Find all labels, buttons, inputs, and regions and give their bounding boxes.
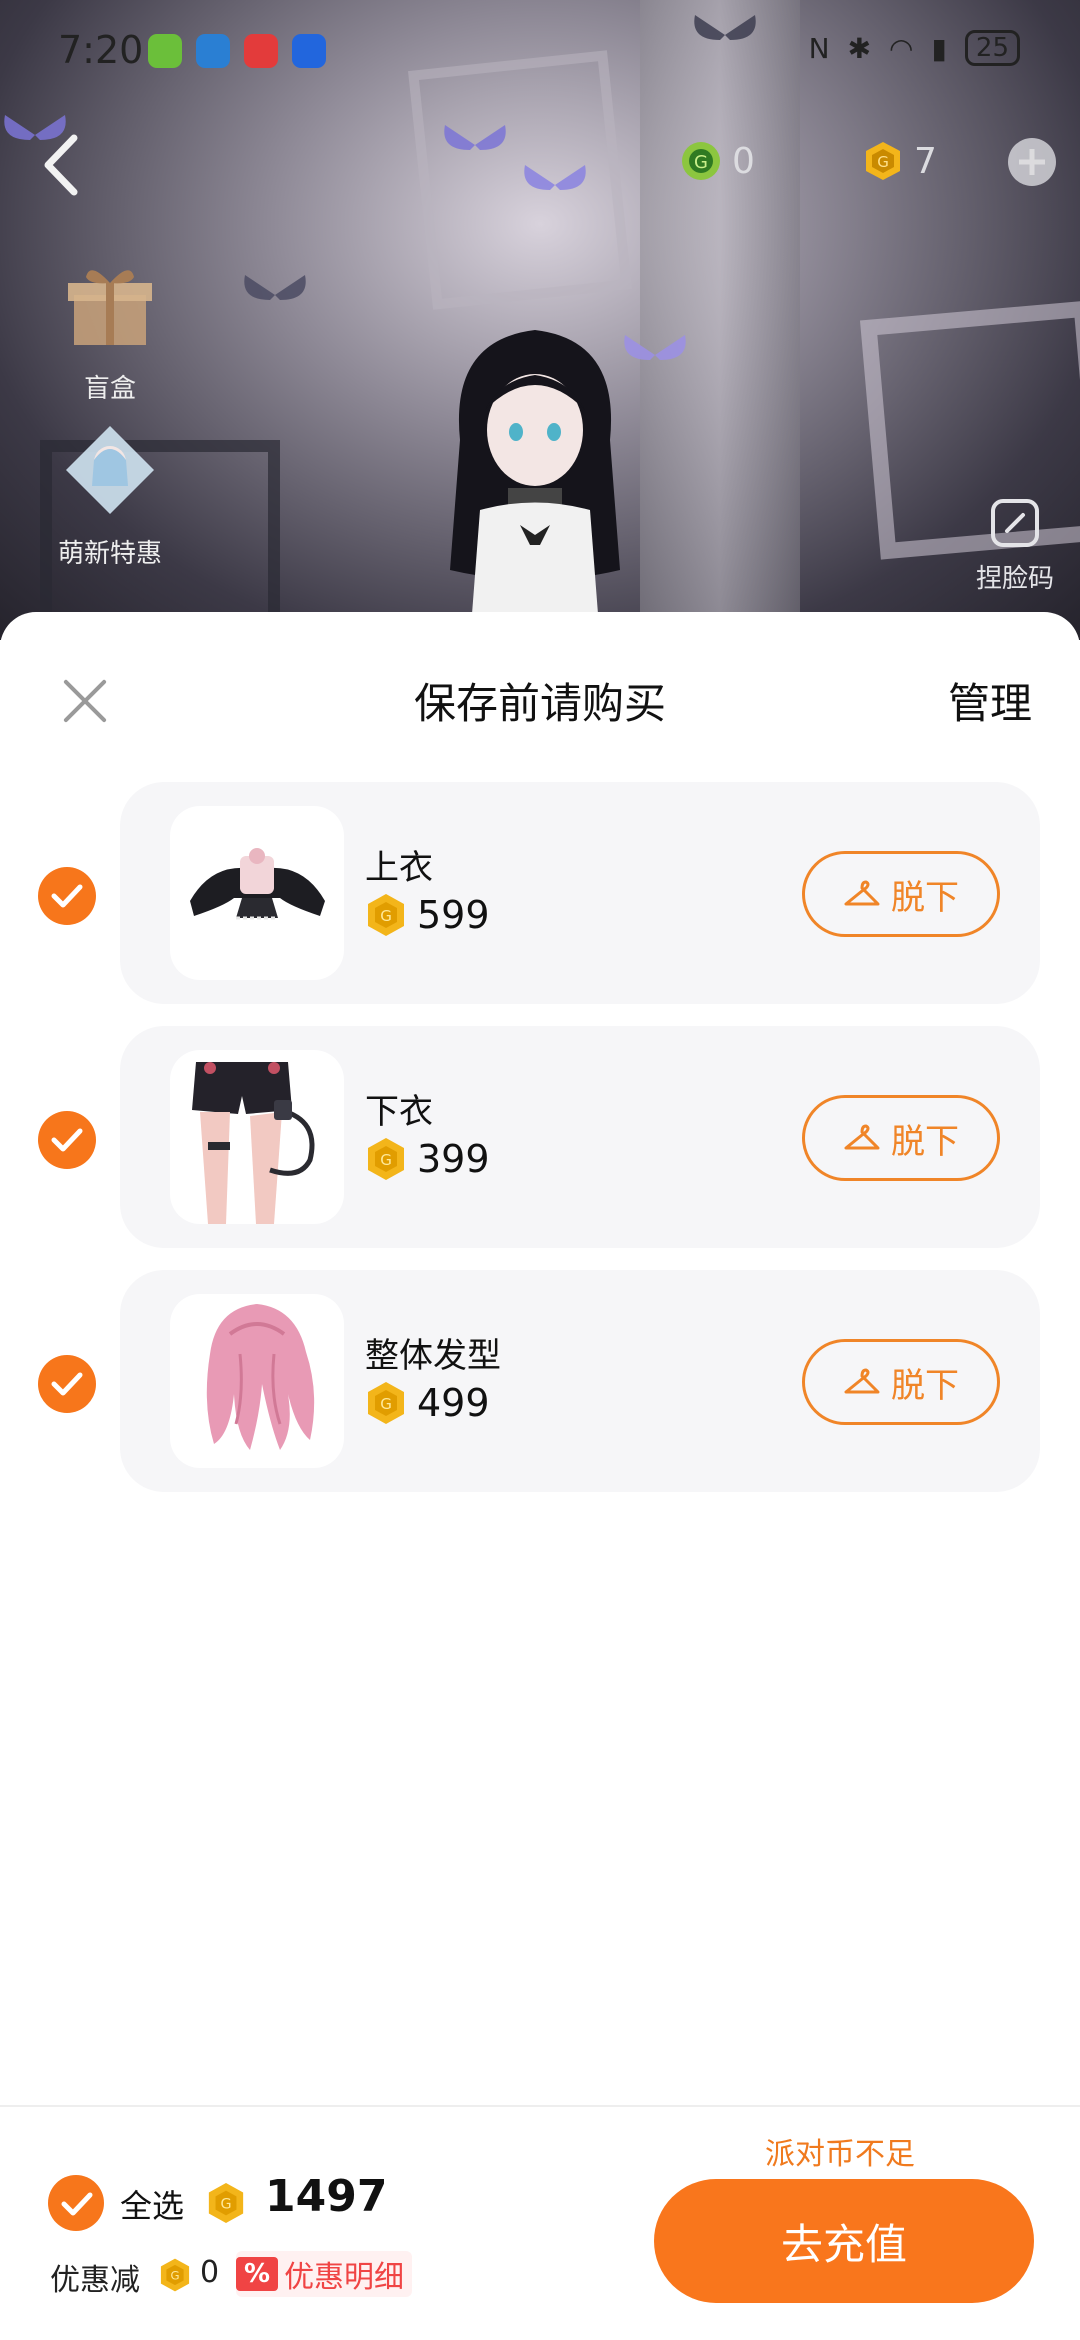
take-off-label: 脱下 (891, 1365, 959, 1406)
recharge-button[interactable]: 去充值 (654, 2179, 1034, 2303)
status-indicators: N ✱ ◠ ▮ 25 (809, 30, 1020, 66)
pinch-face-code-button[interactable]: 捏脸码 (960, 495, 1070, 595)
purchase-sheet: 保存前请购买 管理 上衣 G 599 脱下 下衣 G 399 脱下 整体发型 G… (0, 612, 1080, 2340)
black-shorts-image (192, 1062, 315, 1224)
insufficient-balance-text: 派对币不足 (765, 2137, 915, 2172)
butterfly-decoration (524, 165, 586, 190)
sheet-title: 保存前请购买 (413, 679, 666, 728)
item-price-value: 599 (417, 893, 490, 937)
svg-text:G: G (694, 152, 708, 173)
butterfly-decoration (244, 275, 306, 300)
item-thumbnail (170, 1050, 344, 1224)
pink-hair-image (206, 1304, 315, 1450)
svg-text:G: G (380, 1151, 392, 1169)
edit-face-icon (991, 499, 1039, 547)
huawei-notification-icon (244, 34, 278, 68)
item-checkbox[interactable] (38, 867, 96, 925)
item-price-value: 399 (417, 1137, 490, 1181)
item-card[interactable]: 下衣 G 399 脱下 (120, 1026, 1040, 1248)
item-card[interactable]: 整体发型 G 499 脱下 (120, 1270, 1040, 1492)
list-item: 整体发型 G 499 脱下 (0, 1270, 1080, 1492)
gold-coin-icon: G (368, 1138, 404, 1180)
take-off-label: 脱下 (891, 877, 959, 918)
svg-text:G: G (170, 2269, 179, 2283)
select-all-checkbox[interactable] (48, 2175, 104, 2231)
add-currency-button[interactable] (1008, 138, 1056, 186)
hanger-icon (844, 1124, 880, 1150)
nfc-icon: N (808, 31, 830, 65)
green-coin-icon: G (682, 142, 720, 180)
gold-coin-icon: G (160, 2258, 190, 2292)
battery-icon: 25 (964, 30, 1020, 66)
discount-label: 优惠减 (50, 2263, 140, 2298)
percent-badge-icon: % (236, 2257, 279, 2291)
svg-text:G: G (380, 907, 392, 925)
side-item-blind-box[interactable]: 盲盒 (30, 255, 190, 405)
currency-gold: G 7 (862, 140, 937, 182)
bluetooth-icon: ✱ (847, 31, 872, 65)
svg-text:G: G (220, 2197, 231, 2213)
side-item-newbie-offer[interactable]: 萌新特惠 (30, 420, 190, 570)
total-price: 1497 (265, 2171, 388, 2222)
check-icon (61, 2192, 93, 2216)
side-item-label: 盲盒 (83, 374, 136, 404)
discount-detail-button[interactable]: % 优惠明细 (236, 2251, 413, 2297)
hanger-icon (844, 1368, 880, 1394)
item-checkbox[interactable] (38, 1355, 96, 1413)
discount-detail-label: 优惠明细 (284, 2260, 405, 2295)
list-item: 下衣 G 399 脱下 (0, 1026, 1080, 1248)
take-off-label: 脱下 (891, 1121, 959, 1162)
app-notification-icon (148, 34, 182, 68)
status-bar: 7:20 N ✱ ◠ ▮ 25 (0, 0, 1080, 100)
discount-value: 0 (200, 2255, 220, 2290)
hanger-icon (844, 880, 880, 906)
check-icon (51, 1372, 83, 1396)
item-price: G 599 (365, 892, 490, 938)
item-name: 下衣 (365, 1092, 433, 1132)
avatar-character[interactable] (420, 320, 650, 640)
check-icon (51, 884, 83, 908)
check-icon (51, 1128, 83, 1152)
checkout-footer: 全选 G 1497 优惠减 G 0 % 优惠明细 派对币不足 去充值 (0, 2105, 1080, 2340)
currency-green: G 0 (680, 140, 755, 182)
take-off-button[interactable]: 脱下 (802, 851, 1000, 937)
take-off-button[interactable]: 脱下 (802, 1095, 1000, 1181)
newbie-offer-icon (66, 426, 154, 514)
gold-coin-icon: G (208, 2183, 244, 2223)
gold-coin-icon: G (866, 142, 900, 180)
tips-notification-icon (292, 34, 326, 68)
black-jacket-image (190, 848, 325, 920)
back-chevron-icon[interactable] (36, 130, 86, 200)
butterfly-decoration (444, 125, 506, 150)
gold-coin-icon: G (368, 1382, 404, 1424)
svg-text:G: G (380, 1395, 392, 1413)
take-off-button[interactable]: 脱下 (802, 1339, 1000, 1425)
currency-gold-value: 7 (914, 140, 937, 182)
item-name: 整体发型 (365, 1336, 501, 1376)
browser-notification-icon (196, 34, 230, 68)
item-price: G 399 (365, 1136, 490, 1182)
select-all-label[interactable]: 全选 (120, 2181, 184, 2227)
pinch-face-label: 捏脸码 (975, 564, 1054, 594)
gift-box-icon (68, 270, 152, 345)
item-thumbnail (170, 806, 344, 980)
item-card[interactable]: 上衣 G 599 脱下 (120, 782, 1040, 1004)
item-checkbox[interactable] (38, 1111, 96, 1169)
currency-green-value: 0 (732, 140, 755, 182)
gold-coin-icon: G (368, 894, 404, 936)
item-price: G 499 (365, 1380, 490, 1426)
sim-icon: ▮ (931, 31, 947, 65)
manage-button[interactable]: 管理 (948, 670, 1032, 731)
side-item-label: 萌新特惠 (57, 539, 162, 569)
wifi-icon: ◠ (889, 31, 914, 65)
list-item: 上衣 G 599 脱下 (0, 782, 1080, 1004)
svg-text:G: G (877, 153, 889, 171)
item-thumbnail (170, 1294, 344, 1468)
item-price-value: 499 (417, 1381, 490, 1425)
item-name: 上衣 (365, 848, 433, 888)
status-time: 7:20 (58, 28, 144, 72)
